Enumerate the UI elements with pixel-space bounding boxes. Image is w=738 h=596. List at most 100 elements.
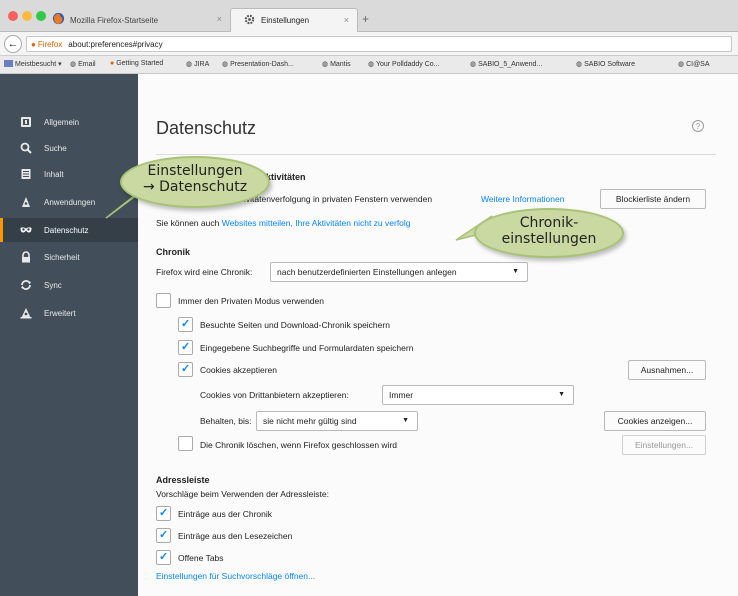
tracking-protection-text: ivitätenverfolgung in privaten Fenstern … [244, 194, 433, 204]
preferences-main: Datenschutz ? ktivitäten ivitätenverfolg… [138, 74, 738, 596]
tab-close-icon[interactable]: × [217, 14, 222, 24]
accept-cookies-label: Cookies akzeptieren [200, 365, 278, 375]
sidebar-item-datenschutz[interactable]: Datenschutz [0, 218, 138, 242]
tracking-heading: ktivitäten [266, 172, 306, 182]
suggest-history-checkbox[interactable]: ✓ [156, 506, 171, 521]
keep-until-select[interactable]: sie nicht mehr gültig sind ▼ [256, 411, 418, 431]
close-window-button[interactable] [8, 11, 18, 21]
sidebar-item-suche[interactable]: Suche [0, 136, 138, 160]
private-mode-label: Immer den Privaten Modus verwenden [178, 296, 324, 306]
globe-icon: ◍ [186, 61, 195, 68]
sync-icon [21, 280, 31, 290]
keep-until-label: Behalten, bis: [200, 416, 252, 426]
preferences-sidebar: Allgemein Suche Inhalt Anwendungen Daten… [0, 74, 138, 596]
cookie-exceptions-button[interactable]: Ausnahmen... [628, 360, 706, 380]
sidebar-item-allgemein[interactable]: Allgemein [0, 110, 138, 134]
bookmarks-folder-icon [4, 60, 13, 67]
show-cookies-button[interactable]: Cookies anzeigen... [604, 411, 706, 431]
url-text: about:preferences#privacy [68, 39, 163, 49]
bookmark-mantis[interactable]: ◍ Mantis [322, 60, 351, 68]
tab-title: Mozilla Firefox-Startseite [70, 15, 159, 25]
tab-bar: Mozilla Firefox-Startseite × Einstellung… [0, 0, 738, 32]
globe-icon: ◍ [576, 61, 585, 68]
accept-cookies-checkbox[interactable]: ✓ [178, 362, 193, 377]
url-field[interactable]: ● Firefox about:preferences#privacy [26, 36, 732, 52]
clear-history-settings-button[interactable]: Einstellungen... [622, 435, 706, 455]
bookmarks-toolbar: Meistbesucht ▾ ◍ Email ● Getting Started… [0, 56, 738, 74]
addressbar-heading: Adressleiste [156, 475, 210, 485]
content-icon [21, 169, 31, 179]
suggest-bookmarks-checkbox[interactable]: ✓ [156, 528, 171, 543]
sidebar-item-erweitert[interactable]: Erweitert [0, 301, 138, 325]
third-party-cookies-select[interactable]: Immer ▼ [382, 385, 574, 405]
back-button[interactable]: ← [4, 35, 22, 53]
more-info-link[interactable]: Weitere Informationen [481, 194, 564, 204]
form-history-checkbox[interactable]: ✓ [178, 340, 193, 355]
suggest-bookmarks-label: Einträge aus den Lesezeichen [178, 531, 293, 541]
checkmark-icon: ✓ [159, 551, 169, 563]
visited-history-checkbox[interactable]: ✓ [178, 317, 193, 332]
search-suggestions-link[interactable]: Einstellungen für Suchvorschläge öffnen.… [156, 571, 315, 581]
private-mode-checkbox[interactable] [156, 293, 171, 308]
history-mode-select[interactable]: nach benutzerdefinierten Einstellungen a… [270, 262, 528, 282]
suggest-history-label: Einträge aus der Chronik [178, 509, 273, 519]
bookmark-most-visited[interactable]: Meistbesucht ▾ [4, 60, 62, 68]
change-blocklist-button[interactable]: Blockierliste ändern [600, 189, 706, 209]
bookmark-ci-sa[interactable]: ◍ CI@SA [678, 60, 710, 68]
gear-icon [244, 14, 255, 25]
globe-icon: ◍ [322, 61, 331, 68]
applications-icon [22, 197, 30, 207]
checkmark-icon: ✓ [159, 529, 169, 541]
bookmark-sabio-software[interactable]: ◍ SABIO Software [576, 60, 635, 68]
visited-history-label: Besuchte Seiten und Download-Chronik spe… [200, 320, 390, 330]
form-history-label: Eingegebene Suchbegriffe und Formulardat… [200, 343, 414, 353]
callout-history-settings: Chronik- einstellungen [474, 208, 624, 258]
tab-firefox-start[interactable]: Mozilla Firefox-Startseite × [40, 8, 230, 32]
globe-icon: ◍ [470, 61, 479, 68]
globe-icon: ◍ [222, 61, 231, 68]
sidebar-item-sicherheit[interactable]: Sicherheit [0, 245, 138, 269]
suggest-open-tabs-checkbox[interactable]: ✓ [156, 550, 171, 565]
divider [156, 154, 716, 155]
navigation-toolbar: ← ● Firefox about:preferences#privacy [0, 32, 738, 56]
do-not-track-text: Sie können auch Websites mitteilen, Ihre… [156, 218, 411, 228]
firefox-identity-icon: ● [31, 39, 36, 49]
chevron-down-icon: ▼ [512, 268, 519, 275]
bookmark-jira[interactable]: ◍ JIRA [186, 60, 209, 68]
firefox-icon [52, 12, 65, 25]
search-icon [20, 142, 32, 154]
chevron-down-icon: ▼ [558, 391, 565, 398]
bookmark-polldaddy[interactable]: ◍ Your Polldaddy Co... [368, 60, 440, 68]
lock-icon [22, 251, 30, 263]
sidebar-item-sync[interactable]: Sync [0, 273, 138, 297]
third-party-cookies-label: Cookies von Drittanbietern akzeptieren: [200, 390, 349, 400]
suggest-open-tabs-label: Offene Tabs [178, 553, 224, 563]
minimize-window-button[interactable] [22, 11, 32, 21]
addressbar-subtext: Vorschläge beim Verwenden der Adressleis… [156, 489, 329, 499]
globe-icon: ◍ [678, 61, 687, 68]
history-mode-label: Firefox wird eine Chronik: [156, 267, 253, 277]
tab-settings[interactable]: Einstellungen × [230, 8, 358, 32]
page-title: Datenschutz [156, 118, 257, 138]
callout-settings-privacy: Einstellungen → Datenschutz [120, 156, 270, 208]
globe-icon: ◍ [368, 61, 376, 68]
checkmark-icon: ✓ [181, 341, 191, 353]
globe-icon: ◍ [70, 61, 79, 68]
bookmark-email[interactable]: ◍ Email [70, 60, 96, 68]
do-not-track-link[interactable]: Websites mitteilen, Ihre Aktivitäten nic… [222, 218, 411, 228]
bookmark-sabio-5[interactable]: ◍ SABIO_5_Anwend... [470, 60, 542, 68]
general-icon [21, 117, 31, 127]
clear-history-checkbox[interactable] [178, 436, 193, 451]
bookmark-presentation-dash[interactable]: ◍ Presentation-Dash... [222, 60, 294, 68]
tab-close-icon[interactable]: × [344, 15, 349, 25]
history-heading: Chronik [156, 247, 191, 257]
checkmark-icon: ✓ [181, 318, 191, 330]
clear-history-label: Die Chronik löschen, wenn Firefox geschl… [200, 440, 398, 450]
help-icon[interactable]: ? [692, 120, 704, 132]
tab-title: Einstellungen [261, 16, 310, 25]
checkmark-icon: ✓ [181, 363, 191, 375]
privacy-mask-icon [20, 227, 32, 233]
bookmark-getting-started[interactable]: ● Getting Started [110, 60, 163, 67]
new-tab-button[interactable]: + [362, 12, 369, 26]
identity-label: Firefox [37, 39, 63, 49]
